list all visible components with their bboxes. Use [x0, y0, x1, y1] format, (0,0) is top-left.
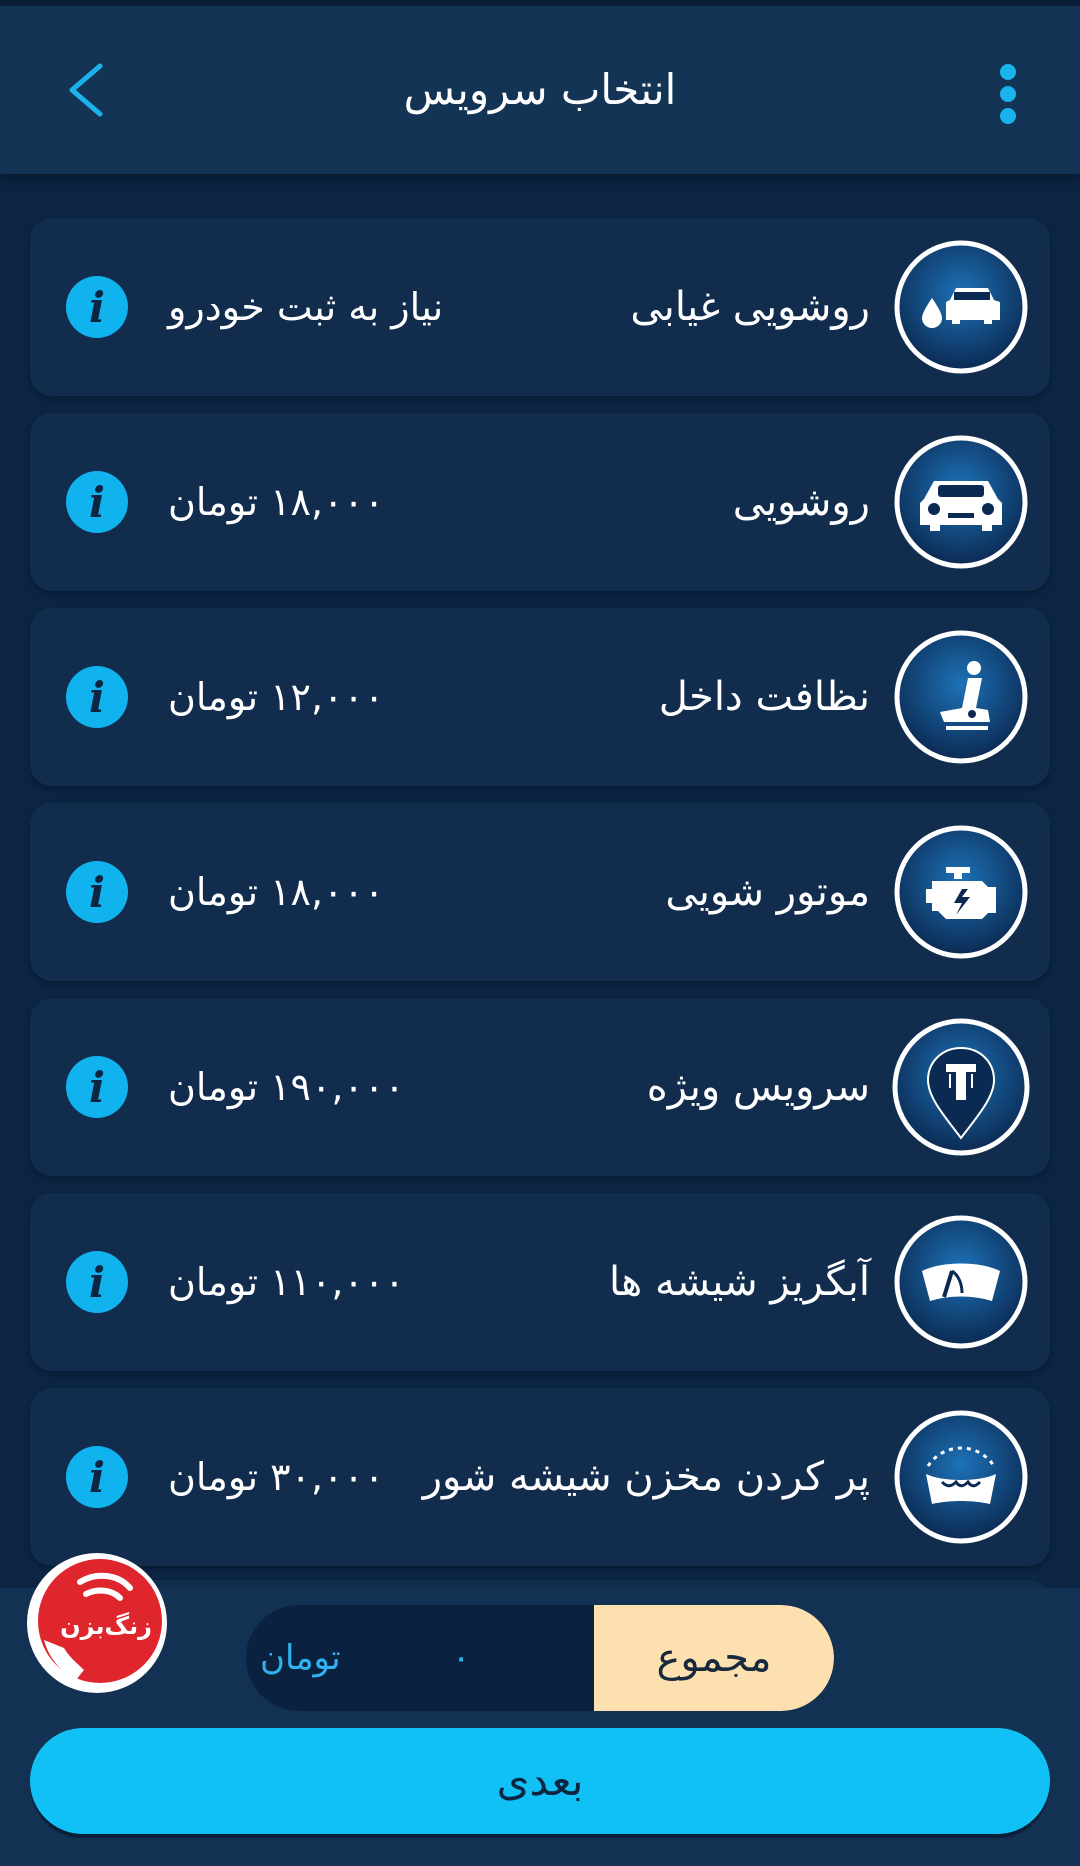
- service-list: روشویی غیابی نیاز به ثبت خودرو i روشویی …: [30, 218, 1050, 1583]
- service-card-wash[interactable]: روشویی ۱۸,۰۰۰ تومان i: [30, 413, 1050, 591]
- service-price: ۱۹۰,۰۰۰ تومان: [168, 1065, 405, 1109]
- chevron-left-icon: [69, 63, 103, 117]
- info-icon: i: [66, 1251, 128, 1313]
- info-icon: i: [66, 1056, 128, 1118]
- svg-text:i: i: [89, 1258, 105, 1307]
- service-card-glass-coating[interactable]: آبگریز شیشه ها ۱۱۰,۰۰۰ تومان i: [30, 1193, 1050, 1371]
- service-name: موتور شویی: [665, 869, 870, 915]
- info-button[interactable]: i: [66, 471, 128, 533]
- info-button[interactable]: i: [66, 276, 128, 338]
- service-card-engine-wash[interactable]: موتور شویی ۱۸,۰۰۰ تومان i: [30, 803, 1050, 981]
- service-price: نیاز به ثبت خودرو: [168, 285, 444, 329]
- call-button-label: زنگ‌بزن: [60, 1612, 152, 1640]
- info-icon: i: [66, 471, 128, 533]
- svg-text:i: i: [89, 673, 105, 722]
- service-name: سرویس ویژه: [646, 1064, 870, 1110]
- info-button[interactable]: i: [66, 666, 128, 728]
- more-menu-button[interactable]: [990, 62, 1026, 126]
- service-name: پر کردن مخزن شیشه شور: [422, 1454, 870, 1500]
- svg-text:i: i: [89, 478, 105, 527]
- car-front-icon: [892, 433, 1030, 571]
- service-card-washer-fluid[interactable]: پر کردن مخزن شیشه شور ۳۰,۰۰۰ تومان i: [30, 1388, 1050, 1566]
- svg-text:i: i: [89, 283, 105, 332]
- info-button[interactable]: i: [66, 1446, 128, 1508]
- total-unit: تومان: [260, 1638, 341, 1678]
- call-button[interactable]: زنگ‌بزن: [22, 1548, 172, 1698]
- info-button[interactable]: i: [66, 1056, 128, 1118]
- svg-text:i: i: [89, 1063, 105, 1112]
- next-button[interactable]: بعدی: [30, 1728, 1050, 1834]
- info-button[interactable]: i: [66, 1251, 128, 1313]
- service-price: ۱۱۰,۰۰۰ تومان: [168, 1260, 405, 1304]
- service-price: ۱۸,۰۰۰ تومان: [168, 870, 385, 914]
- info-icon: i: [66, 666, 128, 728]
- app-header: انتخاب سرویس: [0, 6, 1080, 174]
- info-icon: i: [66, 861, 128, 923]
- service-card-absent-wash[interactable]: روشویی غیابی نیاز به ثبت خودرو i: [30, 218, 1050, 396]
- more-vertical-icon: [1000, 64, 1016, 124]
- back-button[interactable]: [56, 56, 116, 124]
- total-label: مجموع: [594, 1605, 834, 1711]
- brand-pin-icon: [892, 1018, 1030, 1156]
- washer-tank-icon: [892, 1408, 1030, 1546]
- car-drop-icon: [892, 238, 1030, 376]
- service-price: ۳۰,۰۰۰ تومان: [168, 1455, 385, 1499]
- svg-text:i: i: [89, 1453, 105, 1502]
- info-button[interactable]: i: [66, 861, 128, 923]
- phone-call-icon: زنگ‌بزن: [27, 1553, 167, 1693]
- service-name: آبگریز شیشه ها: [608, 1259, 870, 1305]
- total-value: ۰: [452, 1638, 471, 1678]
- service-card-special[interactable]: سرویس ویژه ۱۹۰,۰۰۰ تومان i: [30, 998, 1050, 1176]
- engine-icon: [892, 823, 1030, 961]
- service-name: نظافت داخل: [658, 674, 870, 720]
- page-title: انتخاب سرویس: [403, 65, 677, 114]
- service-price: ۱۲,۰۰۰ تومان: [168, 675, 385, 719]
- total-summary: مجموع ۰ تومان: [246, 1605, 834, 1711]
- info-icon: i: [66, 1446, 128, 1508]
- service-card-interior-cleaning[interactable]: نظافت داخل ۱۲,۰۰۰ تومان i: [30, 608, 1050, 786]
- service-name: روشویی غیابی: [630, 284, 870, 330]
- info-icon: i: [66, 276, 128, 338]
- service-price: ۱۸,۰۰۰ تومان: [168, 480, 385, 524]
- service-name: روشویی: [732, 479, 870, 525]
- windshield-icon: [892, 1213, 1030, 1351]
- svg-text:i: i: [89, 868, 105, 917]
- car-seat-icon: [892, 628, 1030, 766]
